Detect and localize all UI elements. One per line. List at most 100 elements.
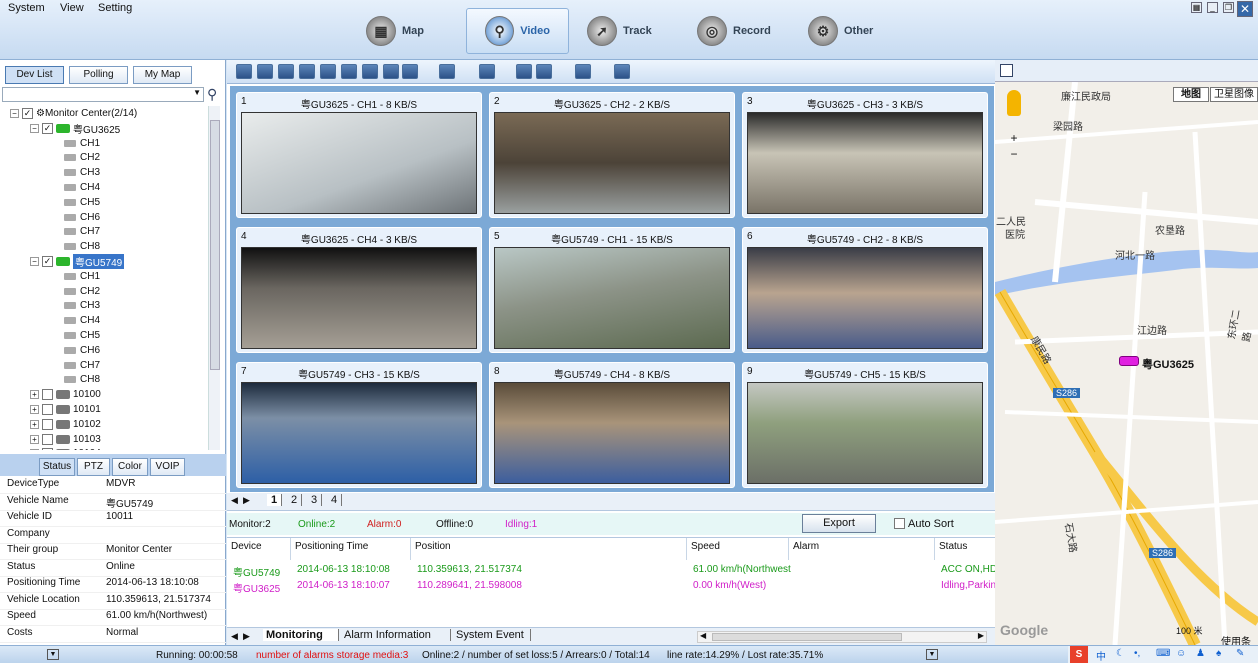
- video-feed[interactable]: [747, 112, 983, 214]
- tree-vehicle[interactable]: +10102: [0, 417, 101, 432]
- window-icon[interactable]: [439, 64, 455, 79]
- nav-video-button[interactable]: ⚲ Video: [466, 8, 569, 54]
- tab-voip[interactable]: VOIP: [150, 458, 185, 476]
- table-header[interactable]: Positioning Time: [295, 541, 368, 552]
- tree-channel[interactable]: CH6: [0, 210, 100, 225]
- checkbox[interactable]: ✓: [22, 108, 33, 119]
- help-icon[interactable]: ▦: [1191, 2, 1202, 13]
- tree-channel[interactable]: CH3: [0, 298, 100, 313]
- layout-8-icon[interactable]: [299, 64, 315, 79]
- prev-tab-icon[interactable]: ◀: [231, 631, 238, 642]
- video-tile[interactable]: 8 粤GU5749 - CH4 - 8 KB/S: [489, 362, 735, 488]
- checkbox[interactable]: [42, 433, 53, 445]
- expand-icon[interactable]: +: [30, 419, 39, 429]
- expand-icon[interactable]: +: [30, 405, 39, 414]
- tree-vehicle[interactable]: +10100: [0, 387, 101, 402]
- tree-root[interactable]: − ✓ ⚙ Monitor Center(2/14): [0, 106, 137, 121]
- video-tile[interactable]: 3 粤GU3625 - CH3 - 3 KB/S: [742, 92, 988, 218]
- checkbox[interactable]: [42, 448, 53, 450]
- next-page-icon[interactable]: ▶: [243, 495, 250, 506]
- video-tile[interactable]: 7 粤GU5749 - CH3 - 15 KB/S: [236, 362, 482, 488]
- tree-channel[interactable]: CH4: [0, 180, 100, 195]
- bottom-tab[interactable]: Alarm Information: [341, 629, 451, 641]
- layout-16-icon[interactable]: [341, 64, 357, 79]
- next-tab-icon[interactable]: ▶: [243, 631, 250, 642]
- page-tab[interactable]: 2: [287, 494, 303, 506]
- video-feed[interactable]: [494, 382, 730, 484]
- sogou-icon[interactable]: S: [1070, 646, 1088, 663]
- expand-icon[interactable]: +: [30, 434, 39, 444]
- prev-page-icon[interactable]: ◀: [231, 495, 238, 506]
- tree-channel[interactable]: CH1: [0, 269, 100, 284]
- video-feed[interactable]: [241, 112, 477, 214]
- pegman-icon[interactable]: [1007, 90, 1021, 116]
- table-row[interactable]: 粤GU3625 2014-06-13 18:10:07 110.289641, 21…: [227, 578, 997, 595]
- fullscreen-icon[interactable]: [402, 64, 418, 79]
- tree-channel[interactable]: CH5: [0, 195, 100, 210]
- tab-status[interactable]: Status: [39, 458, 75, 476]
- nav-map-button[interactable]: ▦ Map: [366, 8, 424, 54]
- collapse-bottom-icon[interactable]: ▼: [926, 649, 938, 660]
- video-tile[interactable]: 1 粤GU3625 - CH1 - 8 KB/S: [236, 92, 482, 218]
- video-tile[interactable]: 6 粤GU5749 - CH2 - 8 KB/S: [742, 227, 988, 353]
- tree-channel[interactable]: CH6: [0, 343, 100, 358]
- snapshot-icon[interactable]: [479, 64, 495, 79]
- video-feed[interactable]: [747, 247, 983, 349]
- layout-9-icon[interactable]: [320, 64, 336, 79]
- keyboard-icon[interactable]: ⌨: [1156, 648, 1170, 659]
- moon-icon[interactable]: ☾: [1116, 648, 1125, 659]
- export-button[interactable]: Export: [802, 514, 876, 533]
- checkbox[interactable]: ✓: [42, 122, 53, 134]
- satellite-type-button[interactable]: 卫星图像: [1210, 87, 1258, 102]
- restore-icon[interactable]: ❐: [1223, 2, 1234, 13]
- menu-view[interactable]: View: [60, 2, 84, 14]
- table-h-scrollbar[interactable]: ◀ ▶: [697, 631, 987, 643]
- tab-polling[interactable]: Polling: [69, 66, 128, 84]
- zoom-out-button[interactable]: −: [1007, 148, 1021, 162]
- checkbox[interactable]: [42, 404, 53, 415]
- table-header[interactable]: Status: [939, 541, 967, 552]
- tree-channel[interactable]: CH7: [0, 358, 100, 373]
- tree-channel[interactable]: CH3: [0, 165, 100, 180]
- video-feed[interactable]: [241, 247, 477, 349]
- collapse-icon[interactable]: −: [30, 257, 39, 266]
- table-header[interactable]: Alarm: [793, 541, 819, 552]
- tab-dev-list[interactable]: Dev List: [5, 66, 64, 84]
- tab-color[interactable]: Color: [112, 458, 148, 476]
- wrench-icon[interactable]: ✎: [1236, 648, 1244, 659]
- checkbox[interactable]: [42, 418, 53, 430]
- layout-6-icon[interactable]: [278, 64, 294, 79]
- checkbox[interactable]: [42, 389, 53, 401]
- zoom-in-button[interactable]: +: [1007, 132, 1021, 146]
- tree-vehicle[interactable]: +10103: [0, 432, 101, 447]
- device-search-input[interactable]: ▼: [2, 87, 204, 102]
- checkbox[interactable]: ✓: [42, 256, 53, 267]
- tab-my-map[interactable]: My Map: [133, 66, 192, 84]
- shirt-icon[interactable]: ♠: [1216, 648, 1221, 659]
- nav-track-button[interactable]: ➚ Track: [587, 8, 652, 54]
- tree-vehicle[interactable]: +10104: [0, 446, 101, 450]
- tree-channel[interactable]: CH4: [0, 313, 100, 328]
- tree-channel[interactable]: CH2: [0, 150, 100, 165]
- vehicle-marker-icon[interactable]: [1119, 356, 1139, 366]
- tab-ptz[interactable]: PTZ: [77, 458, 110, 476]
- tree-channel[interactable]: CH2: [0, 284, 100, 299]
- punct-icon[interactable]: •,: [1134, 648, 1140, 659]
- stop-icon[interactable]: [575, 64, 591, 79]
- menu-setting[interactable]: Setting: [98, 2, 132, 14]
- layout-1-icon[interactable]: [236, 64, 252, 79]
- collapse-icon[interactable]: −: [10, 109, 19, 118]
- tree-vehicle[interactable]: +10101: [0, 402, 101, 417]
- table-row[interactable]: 粤GU5749 2014-06-13 18:10:08 110.359613, 21…: [227, 562, 997, 579]
- video-tile[interactable]: 2 粤GU3625 - CH2 - 2 KB/S: [489, 92, 735, 218]
- bottom-tab[interactable]: Monitoring: [263, 629, 339, 641]
- tree-vehicle[interactable]: − ✓ 粤GU3625: [0, 121, 120, 136]
- minimize-icon[interactable]: _: [1207, 2, 1218, 13]
- table-header[interactable]: Device: [231, 541, 262, 552]
- video-tile[interactable]: 9 粤GU5749 - CH5 - 15 KB/S: [742, 362, 988, 488]
- tree-channel[interactable]: CH1: [0, 136, 100, 151]
- expand-icon[interactable]: +: [30, 390, 39, 400]
- tree-vehicle[interactable]: − ✓ 粤GU5749: [0, 254, 125, 269]
- collapse-icon[interactable]: −: [30, 123, 39, 133]
- tree-channel[interactable]: CH7: [0, 224, 100, 239]
